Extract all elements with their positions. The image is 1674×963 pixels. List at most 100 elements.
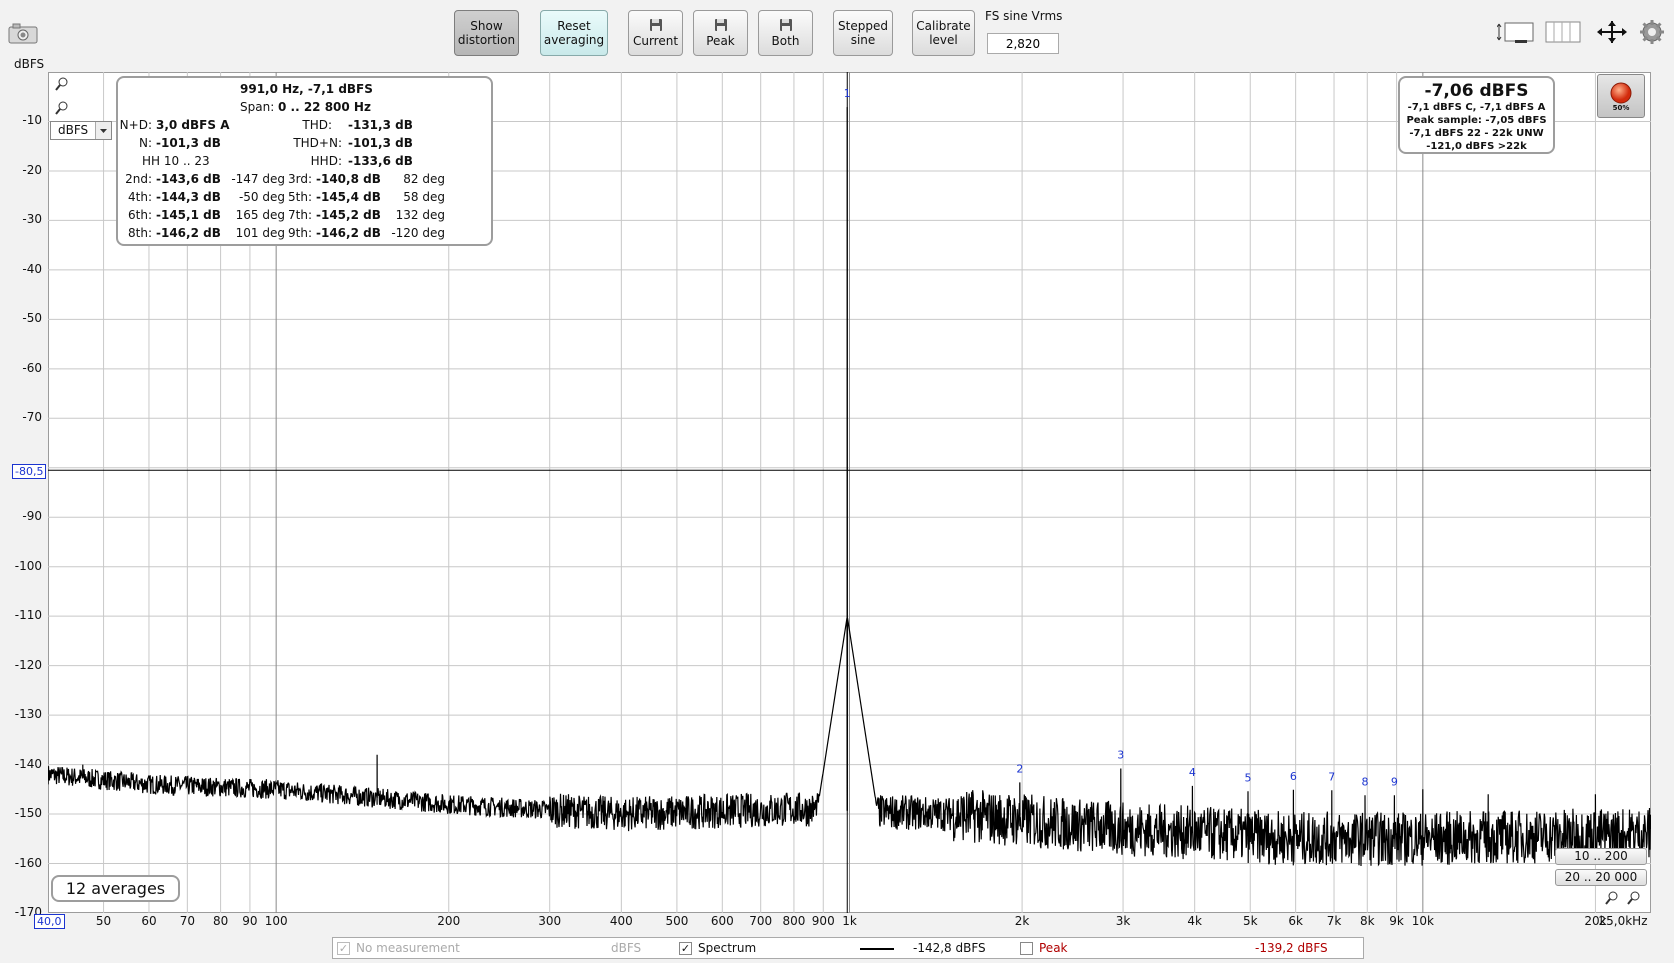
cursor-level-badge[interactable]: -80,5 — [12, 464, 47, 479]
harmonic-phase: -147 deg — [231, 172, 285, 186]
harmonic-phase: 101 deg — [235, 226, 285, 240]
x-tick-label: 2k — [1014, 914, 1030, 928]
gear-icon[interactable] — [1640, 20, 1664, 47]
x-tick-label: 200 — [437, 914, 461, 928]
zoom-out-x-icon[interactable] — [1626, 890, 1642, 909]
thd-label: THD: — [302, 118, 332, 132]
nd-value: 3,0 dBFS A — [156, 118, 230, 132]
x-min-badge[interactable]: 40,0 — [34, 914, 65, 929]
save-peak-button[interactable]: Peak — [693, 10, 748, 56]
harmonic-label: 6th: — [128, 208, 152, 222]
x-tick-label: 80 — [212, 914, 229, 928]
range-20-20000-button[interactable]: 20 .. 20 000 — [1555, 869, 1647, 886]
zoom-in-x-icon[interactable] — [1604, 890, 1620, 909]
harmonic-phase: 165 deg — [235, 208, 285, 222]
record-button[interactable]: 50% — [1597, 74, 1645, 118]
x-tick-label: 10k — [1411, 914, 1434, 928]
harmonic-marker-label: 5 — [1244, 771, 1251, 784]
floppy-disk-icon — [714, 19, 727, 31]
peak-value: -139,2 dBFS — [1255, 941, 1328, 955]
move-arrows-icon[interactable] — [1594, 20, 1630, 47]
x-tick-label: 900 — [811, 914, 835, 928]
save-current-button[interactable]: Current — [628, 10, 683, 56]
calibrate-level-button[interactable]: Calibrate level — [912, 10, 975, 56]
y-tick-label: -90 — [22, 509, 42, 524]
y-tick-label: -160 — [14, 855, 42, 870]
x-tick-label: 9k — [1389, 914, 1404, 928]
y-tick-label: -20 — [22, 162, 42, 177]
thdn-label: THD+N: — [293, 136, 342, 150]
harmonic-marker-label: 3 — [1117, 749, 1124, 762]
span-label: Span: — [240, 100, 275, 114]
no-measurement-unit: dBFS — [611, 941, 642, 955]
harmonic-marker-label: 4 — [1189, 766, 1196, 779]
averages-count: 12 averages — [51, 875, 180, 902]
y-tick-label: -140 — [14, 756, 42, 771]
harmonic-marker-label: 7 — [1328, 770, 1335, 783]
harmonic-marker-label: 8 — [1362, 775, 1369, 788]
range-10-200-button[interactable]: 10 .. 200 — [1555, 848, 1647, 865]
x-tick-label: 600 — [710, 914, 734, 928]
show-distortion-button[interactable]: Show distortion — [454, 10, 519, 56]
x-tick-label: 60 — [141, 914, 157, 928]
x-tick-label: 500 — [665, 914, 689, 928]
y-tick-label: -70 — [22, 410, 42, 425]
peak-checkbox[interactable] — [1020, 942, 1033, 955]
no-measurement-checkbox: ✓ — [337, 942, 350, 955]
zoom-in-icon[interactable] — [54, 76, 70, 95]
record-percent: 50% — [1612, 104, 1630, 112]
fs-sine-vrms-label: FS sine Vrms — [985, 9, 1063, 23]
camera-icon[interactable] — [8, 22, 38, 47]
distortion-panel: 991,0 Hz, -7,1 dBFS Span: 0 .. 22 800 Hz… — [116, 76, 493, 246]
y-tick-label: -50 — [22, 311, 42, 326]
hhd-value: -133,6 dB — [348, 154, 413, 168]
x-tick-label: 90 — [242, 914, 258, 928]
thd-value: -131,3 dB — [348, 118, 413, 132]
harmonic-label: 7th: — [288, 208, 312, 222]
y-tick-label: -100 — [14, 558, 42, 573]
level-line-3: -7,1 dBFS 22 - 22k UNW — [1409, 128, 1544, 139]
harmonic-label: 2nd: — [125, 172, 152, 186]
x-tick-label: 800 — [782, 914, 806, 928]
y-tick-label: -60 — [22, 360, 42, 375]
spectrum-checkbox[interactable]: ✓ — [679, 942, 692, 955]
stepped-sine-button[interactable]: Stepped sine — [833, 10, 893, 56]
thdn-value: -101,3 dB — [348, 136, 413, 150]
y-axis-unit: dBFS — [14, 57, 45, 71]
harmonic-marker-label: 2 — [1016, 762, 1023, 775]
harmonic-phase: 82 deg — [403, 172, 445, 186]
x-tick-label: 5k — [1242, 914, 1258, 928]
x-tick-label: 300 — [538, 914, 562, 928]
level-line-4: -121,0 dBFS >22k — [1426, 141, 1527, 152]
harmonic-phase: 132 deg — [395, 208, 445, 222]
no-measurement-label: No measurement — [356, 941, 460, 955]
distortion-header: 991,0 Hz, -7,1 dBFS — [240, 82, 373, 96]
panels-icon[interactable] — [1545, 20, 1581, 47]
y-tick-label: -10 — [22, 113, 42, 128]
legend-bar: ✓ No measurement dBFS ✓ Spectrum -142,8 … — [332, 937, 1364, 959]
y-tick-label: -40 — [22, 261, 42, 276]
zoom-out-icon[interactable] — [54, 100, 70, 119]
y-tick-label: -130 — [14, 707, 42, 722]
graph-layout-icon[interactable] — [1496, 20, 1537, 47]
peak-label: Peak — [1039, 941, 1068, 955]
span-value: 0 .. 22 800 Hz — [278, 100, 371, 114]
y-tick-label: -110 — [14, 608, 42, 623]
x-tick-label: 700 — [749, 914, 773, 928]
x-tick-label: 100 — [264, 914, 288, 928]
reset-averaging-button[interactable]: Reset averaging — [540, 10, 608, 56]
x-tick-label: 4k — [1187, 914, 1202, 928]
level-panel: -7,06 dBFS -7,1 dBFS C, -7,1 dBFS A Peak… — [1398, 76, 1555, 154]
harmonic-label: 3rd: — [287, 172, 312, 186]
level-line-1: -7,1 dBFS C, -7,1 dBFS A — [1407, 102, 1546, 113]
harmonic-phase: -120 deg — [391, 226, 445, 240]
harmonic-label: 5th: — [288, 190, 312, 204]
save-both-button[interactable]: Both — [758, 10, 813, 56]
harmonic-marker-label: 9 — [1391, 775, 1398, 788]
harmonic-phase: -50 deg — [238, 190, 285, 204]
units-select[interactable]: dBFS — [50, 121, 112, 140]
hh-label: HH 10 .. 23 — [142, 154, 210, 168]
harmonic-label: 8th: — [128, 226, 152, 240]
y-tick-label: -120 — [14, 657, 42, 672]
fs-sine-vrms-input[interactable] — [987, 33, 1059, 54]
